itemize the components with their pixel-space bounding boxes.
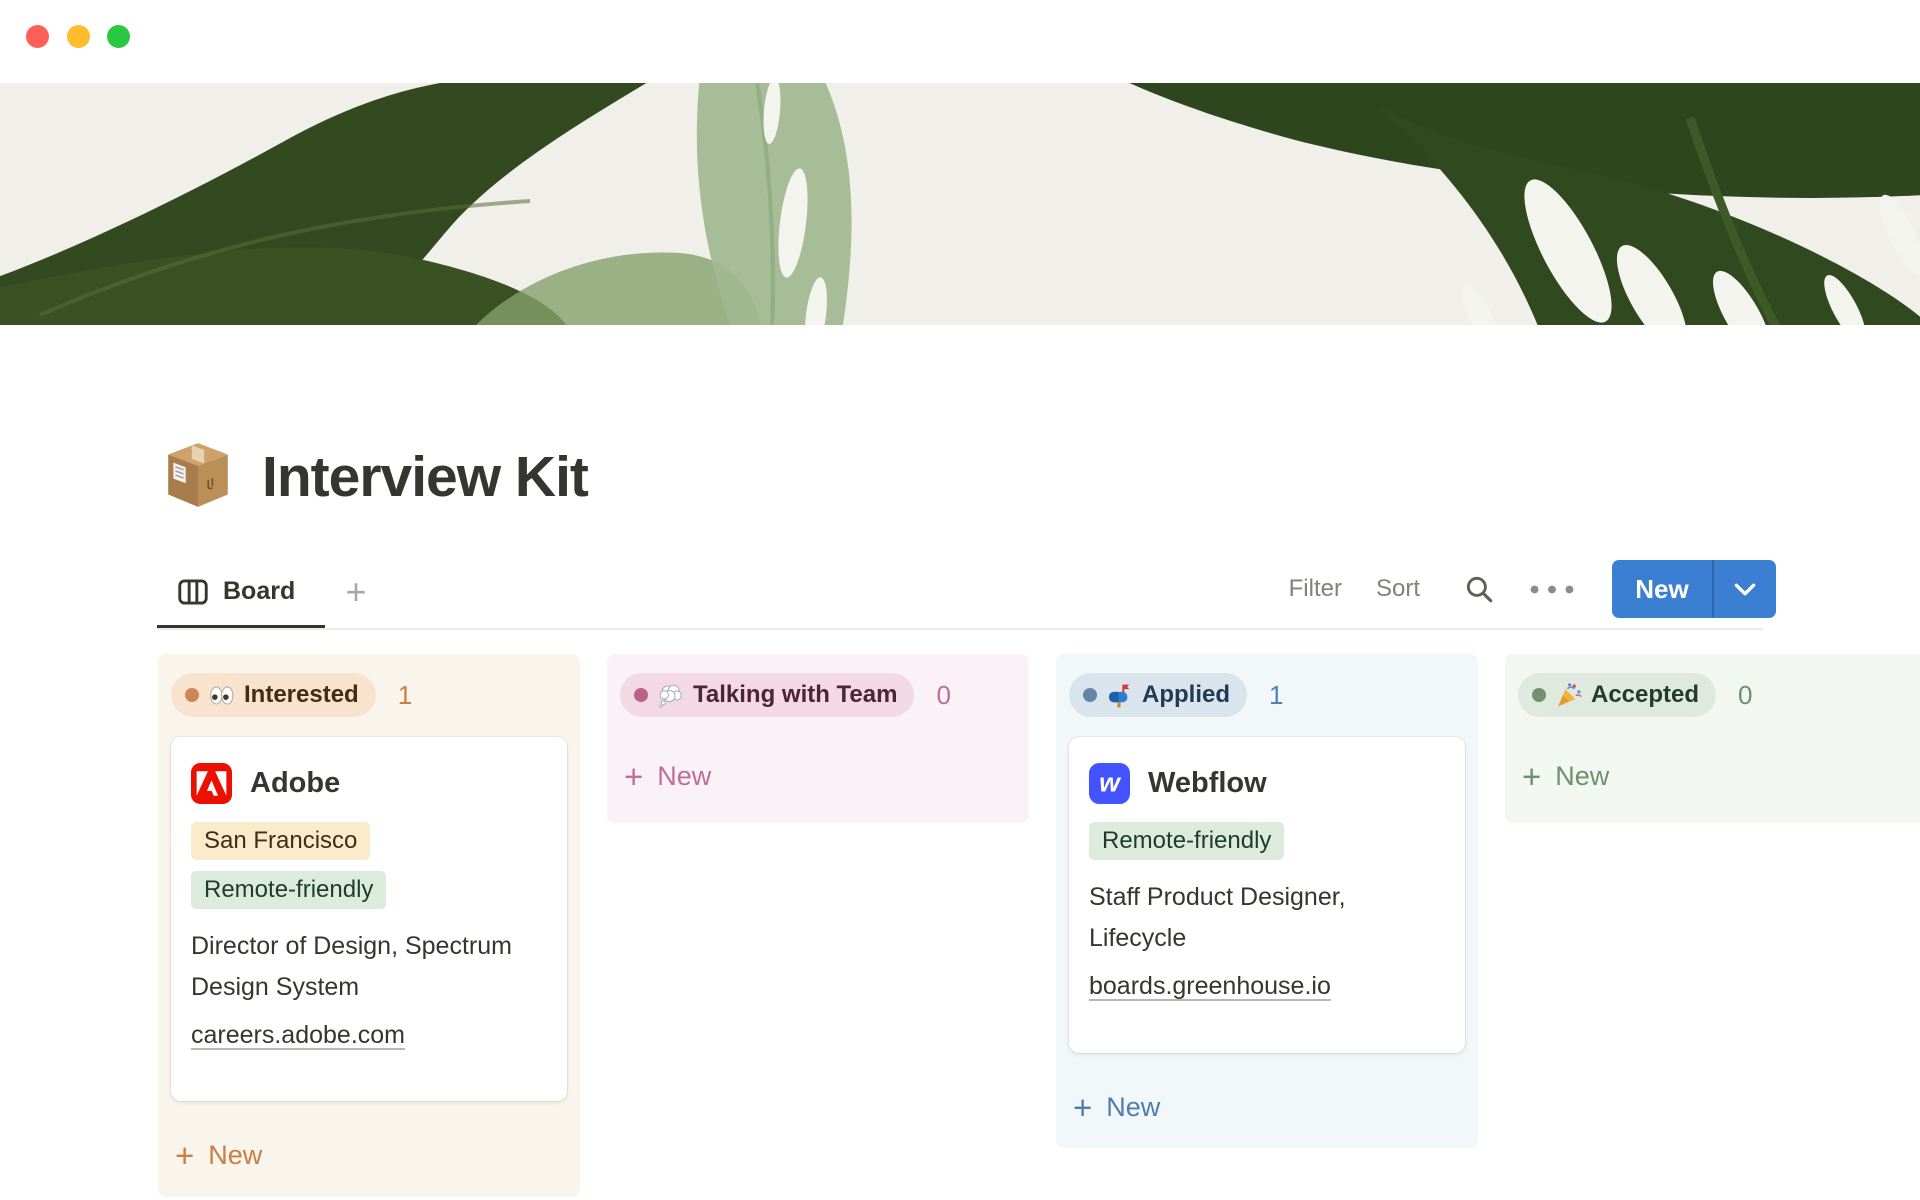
card-header: Adobe xyxy=(191,763,547,804)
new-button-dropdown[interactable] xyxy=(1712,560,1776,618)
board-column-applied: Applied 1 w Webflow Remote-friendly Staf… xyxy=(1056,654,1478,1148)
more-options-button[interactable] xyxy=(1526,570,1578,608)
column-header: Talking with Team 0 xyxy=(620,673,1016,717)
new-card-button[interactable]: + New xyxy=(1518,756,1914,796)
column-status-pill[interactable]: Talking with Team xyxy=(620,673,914,717)
status-dot xyxy=(185,688,199,702)
card-webflow[interactable]: w Webflow Remote-friendly Staff Product … xyxy=(1069,737,1465,1053)
column-count: 1 xyxy=(1269,680,1283,711)
company-name: Webflow xyxy=(1148,767,1267,800)
add-view-button[interactable]: + xyxy=(336,562,376,622)
chevron-down-icon xyxy=(1734,583,1756,596)
column-status-pill[interactable]: Interested xyxy=(171,673,376,717)
job-posting-link[interactable]: boards.greenhouse.io xyxy=(1089,972,1331,1001)
board-column-talking-with-team: Talking with Team 0 + New xyxy=(607,654,1029,823)
tag-remote: Remote-friendly xyxy=(1089,822,1284,860)
new-button-group: New xyxy=(1612,560,1776,618)
party-popper-icon xyxy=(1555,682,1582,709)
new-card-button[interactable]: + New xyxy=(171,1135,567,1175)
board-column-interested: Interested 1 Adobe San Francisco Remote-… xyxy=(158,654,580,1197)
zoom-window-button[interactable] xyxy=(107,25,130,48)
card-tags: Remote-friendly xyxy=(1089,822,1445,860)
board-column-accepted: Accepted 0 + New xyxy=(1505,654,1920,823)
plus-icon: + xyxy=(1073,1091,1092,1124)
card-adobe[interactable]: Adobe San Francisco Remote-friendly Dire… xyxy=(171,737,567,1101)
role-text: Staff Product Designer, Lifecycle xyxy=(1089,877,1439,959)
toolbar-divider xyxy=(157,628,1763,630)
careers-link[interactable]: careers.adobe.com xyxy=(191,1021,405,1050)
new-card-button[interactable]: + New xyxy=(1069,1087,1465,1127)
column-label: Applied xyxy=(1142,681,1230,709)
notion-window: Interview Kit Board + Filter Sort xyxy=(0,0,1920,1200)
board-view-icon xyxy=(177,576,209,608)
window-titlebar xyxy=(0,0,1920,83)
column-header: Applied 1 xyxy=(1069,673,1465,717)
webflow-logo: w xyxy=(1089,763,1130,804)
plus-icon: + xyxy=(624,760,643,793)
adobe-logo xyxy=(191,763,232,804)
close-window-button[interactable] xyxy=(26,25,49,48)
new-card-label: New xyxy=(1555,761,1609,792)
column-status-pill[interactable]: Accepted xyxy=(1518,673,1716,717)
search-button[interactable] xyxy=(1460,570,1498,608)
new-card-label: New xyxy=(657,761,711,792)
sort-button[interactable]: Sort xyxy=(1376,575,1420,603)
new-card-label: New xyxy=(208,1140,262,1171)
page-title[interactable]: Interview Kit xyxy=(262,438,588,516)
card-header: w Webflow xyxy=(1089,763,1445,804)
mailbox-icon xyxy=(1106,682,1133,709)
status-dot xyxy=(634,688,648,702)
plus-icon: + xyxy=(175,1139,194,1172)
company-name: Adobe xyxy=(250,767,340,800)
status-dot xyxy=(1083,688,1097,702)
tab-board-view[interactable]: Board xyxy=(157,558,325,630)
new-card-button[interactable]: + New xyxy=(620,756,1016,796)
column-count: 0 xyxy=(936,680,950,711)
new-card-label: New xyxy=(1106,1092,1160,1123)
package-icon[interactable] xyxy=(160,437,236,513)
card-tags: San Francisco Remote-friendly xyxy=(191,822,547,909)
eyes-icon xyxy=(208,682,235,709)
cover-image xyxy=(0,83,1920,325)
column-header: Interested 1 xyxy=(171,673,567,717)
column-label: Interested xyxy=(244,681,359,709)
column-count: 0 xyxy=(1738,680,1752,711)
minimize-window-button[interactable] xyxy=(67,25,90,48)
tab-board-label: Board xyxy=(223,577,295,606)
svg-text:w: w xyxy=(1099,768,1122,798)
role-text: Director of Design, Spectrum Design Syst… xyxy=(191,926,541,1008)
ellipsis-icon xyxy=(1528,584,1576,595)
column-label: Accepted xyxy=(1591,681,1699,709)
plus-icon: + xyxy=(1522,760,1541,793)
tag-remote: Remote-friendly xyxy=(191,871,386,909)
column-header: Accepted 0 xyxy=(1518,673,1914,717)
filter-button[interactable]: Filter xyxy=(1289,575,1342,603)
new-button[interactable]: New xyxy=(1612,560,1712,618)
tag-location: San Francisco xyxy=(191,822,370,860)
status-dot xyxy=(1532,688,1546,702)
search-icon xyxy=(1463,573,1495,605)
column-status-pill[interactable]: Applied xyxy=(1069,673,1247,717)
monstera-leaves-illustration xyxy=(0,83,1920,325)
thought-balloon-icon xyxy=(657,682,684,709)
toolbar-right-controls: Filter Sort New xyxy=(1289,556,1776,622)
column-count: 1 xyxy=(398,680,412,711)
column-label: Talking with Team xyxy=(693,681,897,709)
